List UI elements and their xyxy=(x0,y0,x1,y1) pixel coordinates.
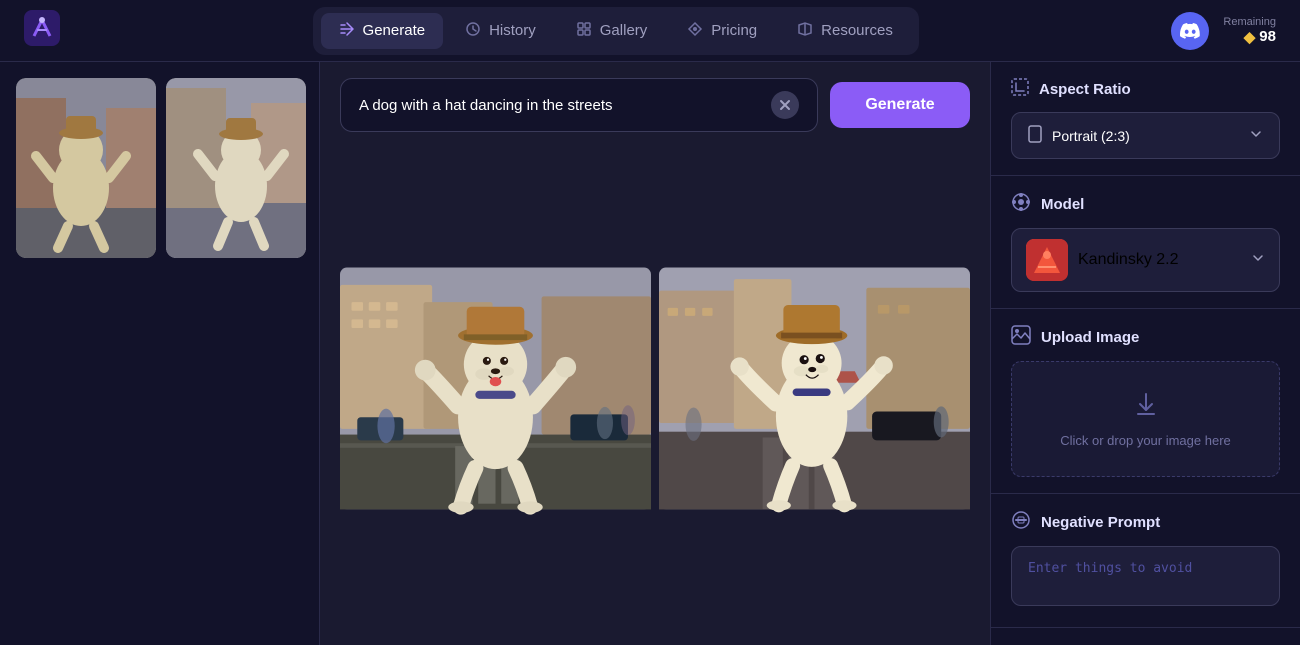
upload-image-header: Upload Image xyxy=(1011,325,1280,349)
upload-download-icon xyxy=(1132,390,1160,423)
number-of-images-section: Number of Images xyxy=(991,628,1300,645)
aspect-ratio-header: Aspect Ratio xyxy=(1011,78,1280,100)
main-content: A dog with a hat dancing in the streets … xyxy=(0,62,1300,645)
nav-item-generate[interactable]: Generate xyxy=(321,13,444,49)
image-gap xyxy=(653,148,657,629)
left-sidebar xyxy=(0,62,320,645)
generate-button[interactable]: Generate xyxy=(830,82,970,128)
right-sidebar: Aspect Ratio Portrait (2:3) xyxy=(990,62,1300,645)
pricing-nav-label: Pricing xyxy=(711,22,757,39)
negative-prompt-section: Negative Prompt xyxy=(991,494,1300,628)
portrait-icon xyxy=(1028,125,1042,146)
aspect-ratio-value: Portrait (2:3) xyxy=(1052,128,1130,144)
coins-value: ◆ 98 xyxy=(1244,28,1276,46)
nav-item-gallery[interactable]: Gallery xyxy=(558,13,666,49)
search-area: A dog with a hat dancing in the streets … xyxy=(320,62,990,148)
thumbnail-2[interactable] xyxy=(166,78,306,258)
navbar-center: Generate History Gallery xyxy=(313,7,919,55)
negative-prompt-icon xyxy=(1011,510,1031,534)
coin-icon: ◆ xyxy=(1244,28,1256,46)
image-display xyxy=(320,148,990,645)
gallery-nav-icon xyxy=(576,21,592,41)
navbar-right: Remaining ◆ 98 xyxy=(1171,12,1276,50)
upload-placeholder-text: Click or drop your image here xyxy=(1060,433,1231,448)
remaining-credits-box: Remaining ◆ 98 xyxy=(1223,16,1276,46)
navbar-left xyxy=(24,10,60,51)
generate-nav-label: Generate xyxy=(363,22,426,39)
upload-image-title: Upload Image xyxy=(1041,329,1139,346)
history-nav-label: History xyxy=(489,22,536,39)
negative-prompt-title: Negative Prompt xyxy=(1041,514,1160,531)
model-name: Kandinsky 2.2 xyxy=(1078,251,1179,269)
nav-item-pricing[interactable]: Pricing xyxy=(669,13,775,49)
resources-nav-icon xyxy=(797,21,813,41)
model-title: Model xyxy=(1041,196,1084,213)
aspect-ratio-chevron-icon xyxy=(1249,127,1263,144)
upload-image-section: Upload Image Click or drop your image he… xyxy=(991,309,1300,494)
resources-nav-label: Resources xyxy=(821,22,893,39)
generate-nav-icon xyxy=(339,21,355,41)
aspect-ratio-dropdown-left: Portrait (2:3) xyxy=(1028,125,1130,146)
discord-button[interactable] xyxy=(1171,12,1209,50)
app-logo[interactable] xyxy=(24,10,60,51)
model-chevron-icon xyxy=(1251,251,1265,270)
remaining-label: Remaining xyxy=(1223,16,1276,28)
model-dropdown[interactable]: Kandinsky 2.2 xyxy=(1011,228,1280,292)
model-icon xyxy=(1011,192,1031,216)
nav-item-resources[interactable]: Resources xyxy=(779,13,911,49)
aspect-ratio-title: Aspect Ratio xyxy=(1039,81,1131,98)
history-nav-icon xyxy=(465,21,481,41)
nav-item-history[interactable]: History xyxy=(447,13,554,49)
generated-image-1[interactable] xyxy=(340,148,651,629)
center-content: A dog with a hat dancing in the streets … xyxy=(320,62,990,645)
thumbnail-1[interactable] xyxy=(16,78,156,258)
negative-prompt-input[interactable] xyxy=(1011,546,1280,606)
gallery-nav-label: Gallery xyxy=(600,22,648,39)
model-section: Model Kandinsky 2.2 xyxy=(991,176,1300,309)
model-header: Model xyxy=(1011,192,1280,216)
negative-prompt-header: Negative Prompt xyxy=(1011,510,1280,534)
generated-image-2[interactable] xyxy=(659,148,970,629)
aspect-ratio-section: Aspect Ratio Portrait (2:3) xyxy=(991,62,1300,176)
model-dropdown-left: Kandinsky 2.2 xyxy=(1026,239,1179,281)
navbar: Generate History Gallery xyxy=(0,0,1300,62)
prompt-input[interactable]: A dog with a hat dancing in the streets xyxy=(359,97,761,114)
aspect-ratio-dropdown[interactable]: Portrait (2:3) xyxy=(1011,112,1280,159)
upload-image-icon xyxy=(1011,325,1031,349)
aspect-ratio-icon xyxy=(1011,78,1029,100)
upload-dropzone[interactable]: Click or drop your image here xyxy=(1011,361,1280,477)
clear-button[interactable] xyxy=(771,91,799,119)
search-container: A dog with a hat dancing in the streets xyxy=(340,78,818,132)
pricing-nav-icon xyxy=(687,21,703,41)
thumbnail-row xyxy=(16,78,303,258)
model-thumbnail xyxy=(1026,239,1068,281)
